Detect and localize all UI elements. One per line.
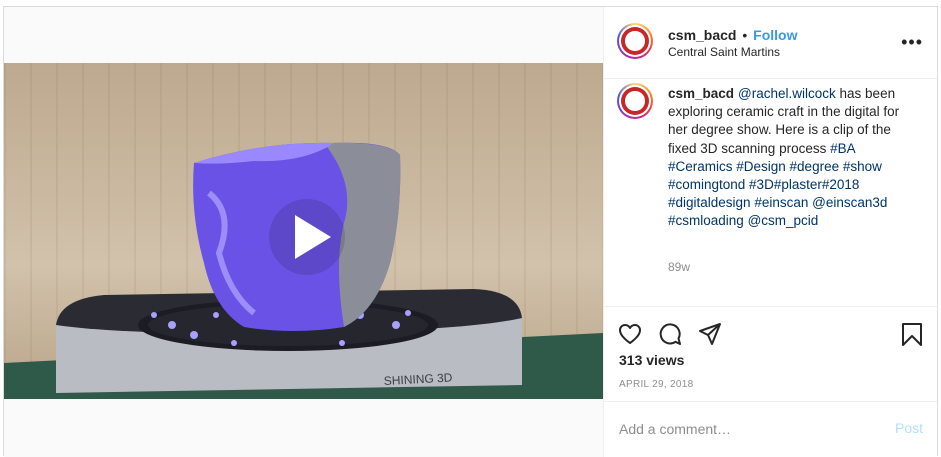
post-comment-button[interactable]: Post [895, 420, 923, 436]
heart-icon [619, 324, 641, 344]
post-date: APRIL 29, 2018 [619, 379, 694, 390]
like-button[interactable] [617, 321, 643, 347]
share-button[interactable] [697, 321, 723, 347]
csm-logo-icon [621, 87, 649, 115]
play-icon [269, 199, 345, 275]
comment-input[interactable] [619, 418, 869, 440]
action-bar [603, 313, 937, 353]
media-panel: SHINING 3D [4, 7, 604, 457]
comment-icon [659, 323, 681, 345]
caption-area: csm_bacd @rachel.wilcock has been explori… [603, 79, 937, 307]
follow-button[interactable]: Follow [753, 27, 797, 43]
caption-username[interactable]: csm_bacd [668, 86, 734, 101]
post-header: csm_bacd • Follow Central Saint Martins … [603, 7, 937, 79]
comment-button[interactable] [657, 321, 683, 347]
hashtag-link[interactable]: #csmloading [668, 213, 744, 228]
caption-text: csm_bacd @rachel.wilcock has been explori… [668, 85, 918, 231]
save-button[interactable] [899, 321, 925, 347]
video-player[interactable]: SHINING 3D [4, 63, 603, 399]
mention-link[interactable]: @einscan3d [812, 195, 887, 210]
instagram-post: SHINING 3D csm_bacd • Follow Central Sai… [3, 6, 938, 457]
post-age[interactable]: 89w [668, 260, 690, 274]
avatar[interactable] [617, 23, 653, 59]
bookmark-icon [902, 323, 922, 346]
caption-avatar[interactable] [617, 83, 653, 119]
username-link[interactable]: csm_bacd [668, 27, 736, 43]
mention-link[interactable]: @csm_pcid [748, 213, 819, 228]
post-sidebar: csm_bacd • Follow Central Saint Martins … [603, 7, 937, 457]
location-link[interactable]: Central Saint Martins [668, 45, 780, 59]
view-count[interactable]: 313 views [619, 352, 684, 368]
comment-bar: Post [603, 401, 937, 457]
mention-link[interactable]: @rachel.wilcock [738, 86, 836, 101]
csm-logo-icon [621, 27, 649, 55]
share-icon [699, 323, 721, 345]
play-button[interactable] [267, 197, 347, 277]
more-options-icon[interactable]: ••• [901, 33, 923, 51]
separator-dot: • [742, 27, 748, 43]
